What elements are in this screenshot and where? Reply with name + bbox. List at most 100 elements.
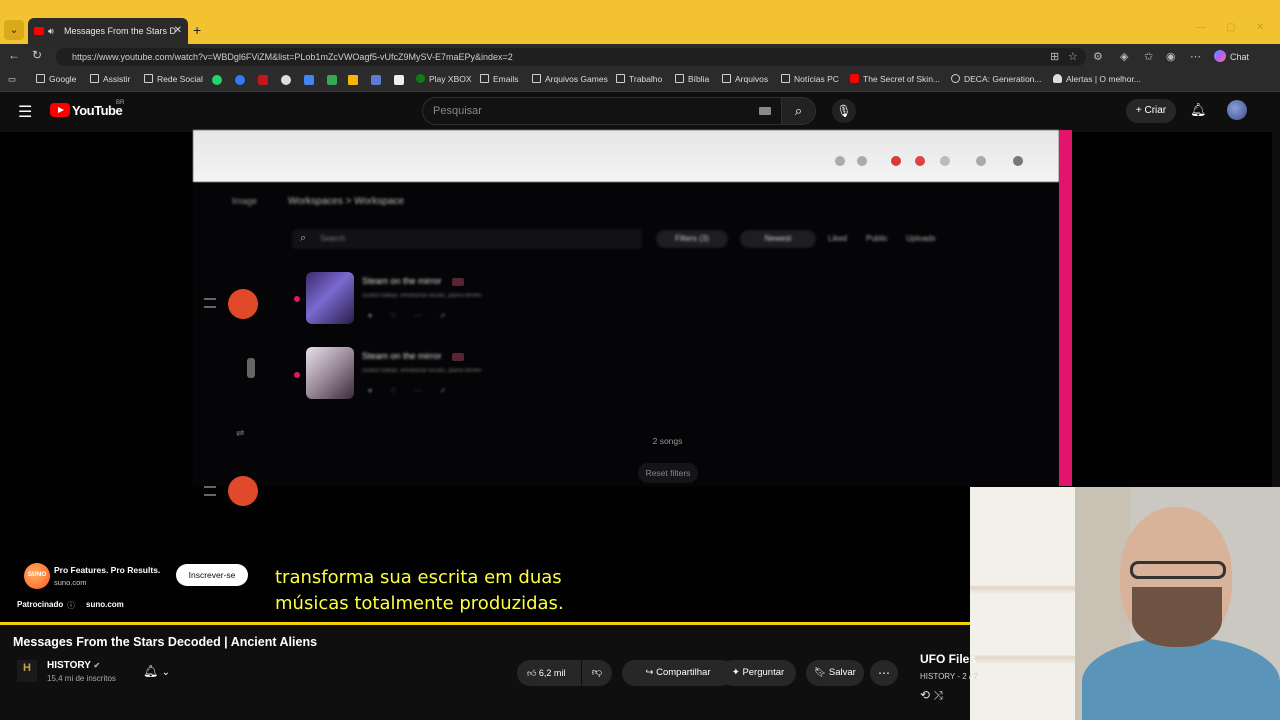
- sponsored-domain[interactable]: suno.com: [86, 600, 124, 609]
- song-title: Steam on the mirror: [362, 351, 442, 361]
- more-actions-button[interactable]: ⋯: [870, 660, 898, 686]
- reload-icon[interactable]: ↻: [32, 48, 42, 62]
- url-field[interactable]: https://www.youtube.com/watch?v=WBDgl6FV…: [56, 48, 1086, 66]
- like-count: 6,2 mil: [538, 668, 566, 678]
- extensions-icon[interactable]: ⚙: [1093, 50, 1103, 63]
- sponsored-label: Patrocinado: [17, 600, 64, 609]
- bookmark-label: Bíblia: [688, 74, 710, 84]
- subscribed-bell-button[interactable]: 🔔︎ ⌄: [143, 664, 170, 678]
- bookmark-arquivos-games[interactable]: Arquivos Games: [532, 74, 608, 84]
- tab-close-icon[interactable]: ✕: [174, 18, 182, 44]
- ad-subscribe-button[interactable]: Inscrever-se: [176, 564, 248, 586]
- app-install-icon[interactable]: ⊞: [1050, 50, 1059, 63]
- suno-logo-icon[interactable]: SUNO: [24, 563, 50, 589]
- pinterest-icon[interactable]: [258, 75, 268, 85]
- new-indicator: [294, 372, 300, 378]
- song-controls: ♥♡⋯↗: [368, 313, 464, 320]
- ad-progress-bar[interactable]: [0, 622, 973, 625]
- youtube-favicon-icon: [34, 27, 44, 35]
- chip-uploads: Uploads: [906, 234, 936, 243]
- bookmark-label: DECA: Generation...: [964, 74, 1042, 84]
- bookmark-secret-of-skin[interactable]: The Secret of Skin...: [850, 74, 940, 84]
- save-button[interactable]: 🔖︎ Salvar: [806, 660, 864, 686]
- bookmark-star-icon[interactable]: ☆: [1068, 50, 1078, 63]
- bookmark-trabalho[interactable]: Trabalho: [616, 74, 662, 84]
- reading-list-icon[interactable]: ▭: [8, 74, 16, 85]
- search-input[interactable]: Pesquisar: [422, 97, 782, 125]
- tab-title: Messages From the Stars Decoded: [64, 26, 176, 36]
- bookmark-alertas[interactable]: Alertas | O melhor...: [1053, 74, 1141, 84]
- favorites-icon[interactable]: ✩: [1144, 50, 1153, 63]
- messenger-icon[interactable]: [235, 75, 245, 85]
- globe-icon: [951, 74, 960, 83]
- bookmark-play-xbox[interactable]: Play XBOX: [416, 74, 472, 84]
- playlist-title[interactable]: UFO Files: [920, 652, 976, 666]
- bookmark-deca[interactable]: DECA: Generation...: [951, 74, 1041, 84]
- ad-logo-text: SUNO: [27, 571, 47, 578]
- bookmark-biblia[interactable]: Bíblia: [675, 74, 709, 84]
- ad-title[interactable]: Pro Features. Pro Results.: [54, 565, 160, 575]
- keyboard-icon[interactable]: [759, 107, 771, 115]
- extension-icon[interactable]: ◈: [1120, 50, 1128, 63]
- more-icon: ⋯: [878, 666, 890, 680]
- like-button[interactable]: 👍︎ 6,2 mil: [517, 660, 581, 686]
- bookmark-emails[interactable]: Emails: [480, 74, 519, 84]
- bookmark-noticias-pc[interactable]: Notícias PC: [781, 74, 839, 84]
- bookmark-label: The Secret of Skin...: [863, 74, 941, 84]
- list-icon: [204, 486, 216, 496]
- share-label: Compartilhar: [656, 667, 711, 678]
- bookmark-label: Emails: [493, 74, 519, 84]
- chrome-icon[interactable]: [281, 75, 291, 85]
- scribd-icon[interactable]: [394, 75, 404, 85]
- create-button[interactable]: + Criar: [1126, 99, 1176, 123]
- list-icon: [204, 298, 216, 308]
- close-window-icon[interactable]: ✕: [1256, 22, 1264, 33]
- folder-icon: [144, 74, 153, 83]
- bookmark-assistir[interactable]: Assistir: [90, 74, 130, 84]
- ask-button[interactable]: ✦ Perguntar: [720, 660, 796, 686]
- bookmark-arquivos[interactable]: Arquivos: [722, 74, 768, 84]
- notifications-icon[interactable]: 🔔︎: [1190, 102, 1207, 118]
- profile-icon[interactable]: ◉: [1166, 50, 1176, 63]
- voice-search-button[interactable]: 🎙︎: [832, 99, 856, 123]
- maximize-icon[interactable]: ▢: [1226, 22, 1235, 33]
- copilot-chat-button[interactable]: Chat: [1214, 48, 1249, 66]
- channel-name-text: HISTORY: [47, 660, 91, 671]
- suno-top-bar: [193, 130, 1059, 182]
- channel-avatar[interactable]: H: [17, 660, 37, 682]
- channel-logo-text: H: [23, 662, 31, 674]
- folder-icon: [480, 74, 489, 83]
- channel-name[interactable]: HISTORY ✔: [47, 660, 100, 671]
- app-icon[interactable]: [371, 75, 381, 85]
- youtube-logo-text[interactable]: YouTube: [72, 103, 123, 118]
- bookmark-rede-social[interactable]: Rede Social: [144, 74, 203, 84]
- tab-search-button[interactable]: ⌄: [4, 20, 24, 40]
- youtube-logo-icon[interactable]: [50, 103, 70, 117]
- song-count: 2 songs: [652, 436, 683, 446]
- chip-public: Public: [866, 234, 888, 243]
- more-icon[interactable]: ⋯: [1190, 50, 1201, 63]
- suno-sidebar-icon: [228, 476, 258, 506]
- loop-icon[interactable]: ⟲: [920, 688, 930, 702]
- suno-sidebar-icon: [228, 289, 258, 319]
- menu-icon[interactable]: ☰: [18, 102, 32, 122]
- new-tab-button[interactable]: +: [193, 22, 201, 38]
- drive-icon[interactable]: [327, 75, 337, 85]
- browser-tab-active[interactable]: 🔊︎ Messages From the Stars Decoded ✕: [28, 18, 188, 44]
- maps-icon[interactable]: [304, 75, 314, 85]
- shuffle-icon[interactable]: ⤨: [933, 688, 943, 702]
- search-button[interactable]: ⌕: [782, 97, 816, 125]
- speaker-icon[interactable]: 🔊︎: [48, 18, 54, 44]
- avatar[interactable]: [1227, 100, 1247, 120]
- info-icon[interactable]: ⓘ: [67, 600, 75, 611]
- breadcrumb: Workspaces > Workspace: [288, 196, 405, 207]
- whatsapp-icon[interactable]: [212, 75, 222, 85]
- minimize-icon[interactable]: —: [1196, 22, 1206, 33]
- back-icon[interactable]: ←: [8, 48, 20, 62]
- share-button[interactable]: ↪ Compartilhar: [622, 660, 734, 686]
- calendar-icon[interactable]: [348, 75, 358, 85]
- dislike-button[interactable]: 👎︎: [582, 660, 612, 686]
- share-icon: ↪: [645, 667, 654, 678]
- chip-liked: Liked: [828, 234, 848, 243]
- bookmark-google[interactable]: Google: [36, 74, 76, 84]
